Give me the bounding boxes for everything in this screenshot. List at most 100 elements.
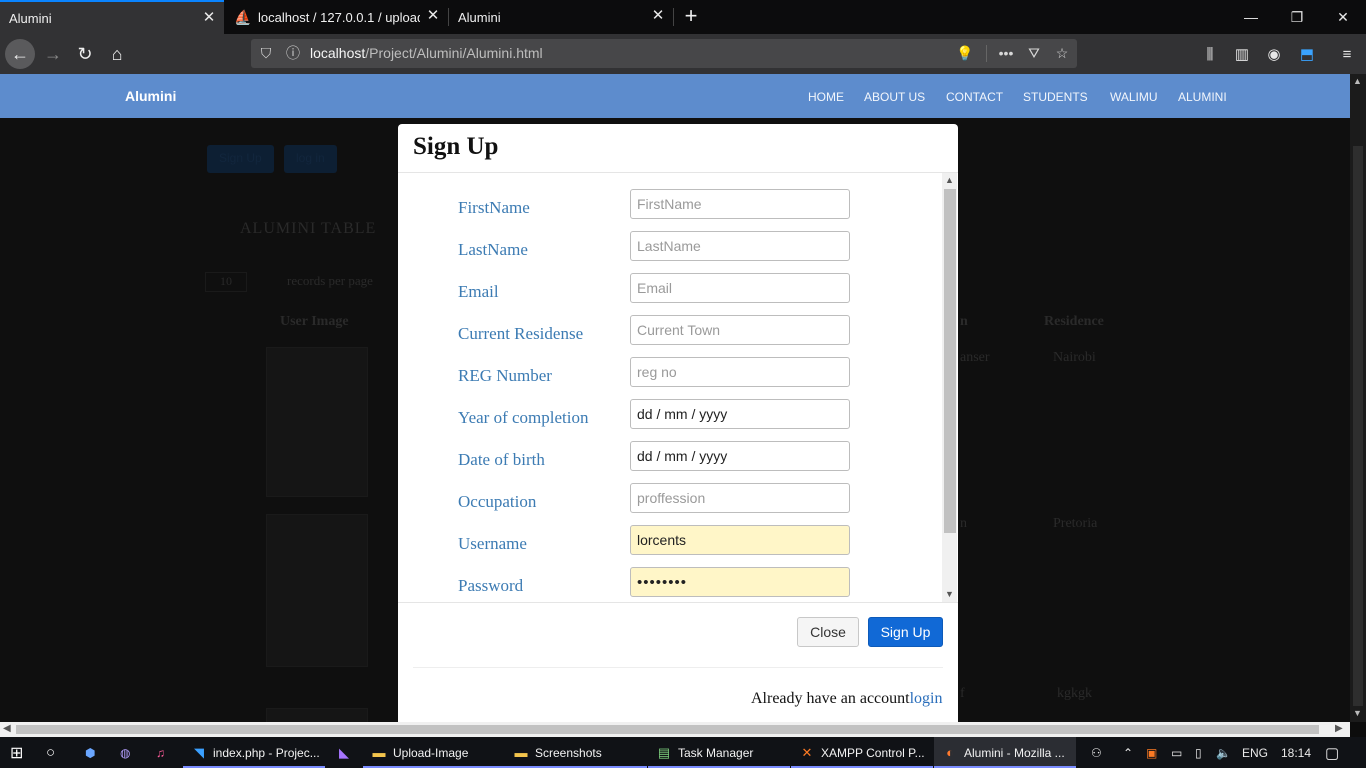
nav-home[interactable]: HOME [808, 90, 844, 104]
lastname-label: LastName [458, 240, 528, 259]
year-completion-label: Year of completion [458, 408, 589, 427]
nav-walimu[interactable]: WALIMU [1110, 90, 1158, 104]
url-path: /Project/Alumini/Alumini.html [365, 45, 543, 61]
url-bar[interactable]: ⛉ ⓘ localhost/Project/Alumini/Alumini.ht… [251, 39, 1077, 68]
bg-col-user-image: User Image [280, 314, 349, 329]
taskbar-firefox[interactable]: ◐ Alumini - Mozilla ... [934, 737, 1076, 768]
bookmark-star-icon[interactable]: ☆ [1052, 43, 1072, 63]
bg-cell-residence: kgkgk [1057, 686, 1092, 701]
window-close-icon[interactable]: ✕ [1320, 0, 1366, 34]
pocket-icon[interactable]: ⛛ [1024, 43, 1044, 63]
network-icon[interactable]: ▭ [1171, 737, 1182, 768]
page-horizontal-scrollbar[interactable]: ◀ ▶ [0, 722, 1350, 737]
page-vertical-scrollbar[interactable]: ▲ ▼ [1350, 74, 1366, 722]
battery-icon[interactable]: ▯ [1195, 737, 1202, 768]
close-tab-icon[interactable]: ✕ [202, 10, 216, 25]
close-tab-icon[interactable]: ✕ [651, 8, 665, 23]
residence-input[interactable] [630, 315, 850, 345]
scroll-right-icon[interactable]: ▶ [1335, 723, 1343, 734]
home-icon[interactable]: ⌂ [102, 39, 132, 69]
already-account-label: Already have an account [751, 690, 910, 707]
modal-scroll-thumb[interactable] [944, 189, 956, 533]
modal-scrollbar[interactable]: ▲ ▼ [942, 173, 957, 602]
forward-icon[interactable]: → [38, 39, 68, 69]
scroll-left-icon[interactable]: ◀ [3, 723, 11, 734]
reg-number-input[interactable] [630, 357, 850, 387]
username-label: Username [458, 534, 527, 553]
itunes-icon[interactable]: ♫ [156, 737, 172, 768]
tray-chevron-icon[interactable]: ⌃ [1123, 737, 1133, 768]
volume-icon[interactable]: 🔈 [1216, 737, 1231, 768]
nav-students[interactable]: STUDENTS [1023, 90, 1088, 104]
tab-alumini[interactable]: Alumini ✕ [449, 0, 673, 34]
taskbar-label: Alumini - Mozilla ... [964, 745, 1065, 760]
nav-contact[interactable]: CONTACT [946, 90, 1003, 104]
shield-icon[interactable]: ⛉ [256, 43, 276, 63]
language-indicator[interactable]: ENG [1242, 737, 1268, 768]
back-icon[interactable]: ← [5, 39, 35, 69]
close-button[interactable]: Close [797, 617, 859, 647]
nav-about-us[interactable]: ABOUT US [864, 90, 925, 104]
year-completion-date-input[interactable] [630, 399, 850, 429]
tab-phpmyadmin[interactable]: ⛵ localhost / 127.0.0.1 / upload_i ✕ [224, 0, 448, 34]
signup-submit-button[interactable]: Sign Up [868, 617, 943, 647]
site-brand[interactable]: Alumini [125, 88, 176, 104]
scroll-down-icon[interactable]: ▼ [942, 587, 957, 601]
scroll-down-icon[interactable]: ▼ [1353, 708, 1362, 718]
taskbar-task-manager[interactable]: ▤ Task Manager [648, 737, 790, 768]
virtualbox-icon[interactable]: ⬢ [85, 737, 101, 768]
xampp-tray-icon[interactable]: ▣ [1146, 737, 1157, 768]
password-input[interactable] [630, 567, 850, 597]
page-actions-icon[interactable]: ••• [996, 43, 1016, 63]
notifications-icon[interactable]: ▢ [1325, 737, 1339, 768]
taskbar-xampp[interactable]: ✕ XAMPP Control P... [791, 737, 933, 768]
people-icon[interactable]: ⚇ [1091, 737, 1102, 768]
page-scroll-thumb[interactable] [1353, 146, 1363, 706]
firstname-input[interactable] [630, 189, 850, 219]
account-icon[interactable]: ◉ [1263, 43, 1285, 65]
occupation-input[interactable] [630, 483, 850, 513]
dob-date-input[interactable] [630, 441, 850, 471]
windows-taskbar: ⊞ ○ ⬢ ◍ ♫ ◥ index.php - Projec... ◣ ▬ Up… [0, 737, 1366, 768]
extension-icon[interactable]: ⬒ [1296, 43, 1318, 65]
url-text[interactable]: localhost/Project/Alumini/Alumini.html [310, 45, 543, 61]
taskbar-visual-studio[interactable]: ◣ [330, 737, 358, 768]
form-row-year-completion: Year of completion [398, 398, 938, 440]
taskbar-screenshots[interactable]: ▬ Screenshots [505, 737, 647, 768]
info-icon[interactable]: ⓘ [283, 43, 303, 63]
lastname-input[interactable] [630, 231, 850, 261]
sidebar-icon[interactable]: ▥ [1231, 43, 1253, 65]
taskbar-vscode[interactable]: ◥ index.php - Projec... [183, 737, 325, 768]
form-row-dob: Date of birth [398, 440, 938, 482]
username-input[interactable] [630, 525, 850, 555]
scroll-up-icon[interactable]: ▲ [1353, 76, 1362, 86]
tab-alumini-active[interactable]: Alumini ✕ [0, 0, 224, 34]
close-tab-icon[interactable]: ✕ [426, 8, 440, 23]
lightbulb-icon[interactable]: 💡 [955, 43, 975, 63]
xampp-icon: ✕ [801, 744, 813, 760]
cortana-icon[interactable]: ○ [46, 737, 62, 768]
app-icon[interactable]: ◍ [120, 737, 136, 768]
taskbar-upload-image[interactable]: ▬ Upload-Image [363, 737, 505, 768]
bg-records-label: records per page [287, 273, 373, 288]
login-link[interactable]: login [910, 690, 943, 707]
clock[interactable]: 18:14 [1281, 737, 1311, 768]
url-divider [986, 45, 987, 62]
firstname-label: FirstName [458, 198, 530, 217]
form-row-occupation: Occupation [398, 482, 938, 524]
firefox-icon: ◐ [946, 745, 954, 760]
bg-login-button: log in [284, 145, 337, 173]
reload-icon[interactable]: ↻ [70, 39, 100, 69]
windows-start-icon[interactable]: ⊞ [10, 737, 30, 768]
bg-col-occupation: n [960, 314, 968, 329]
restore-icon[interactable]: ❐ [1274, 0, 1320, 34]
scroll-up-icon[interactable]: ▲ [942, 173, 957, 187]
new-tab-icon[interactable]: + [680, 5, 702, 27]
email-input[interactable] [630, 273, 850, 303]
menu-icon[interactable]: ≡ [1336, 43, 1358, 65]
minimize-icon[interactable]: — [1228, 0, 1274, 34]
taskbar-label: Screenshots [535, 745, 602, 760]
page-hscroll-thumb[interactable] [16, 725, 1319, 734]
nav-alumini[interactable]: ALUMINI [1178, 90, 1227, 104]
library-icon[interactable]: ⫼ [1199, 43, 1221, 65]
